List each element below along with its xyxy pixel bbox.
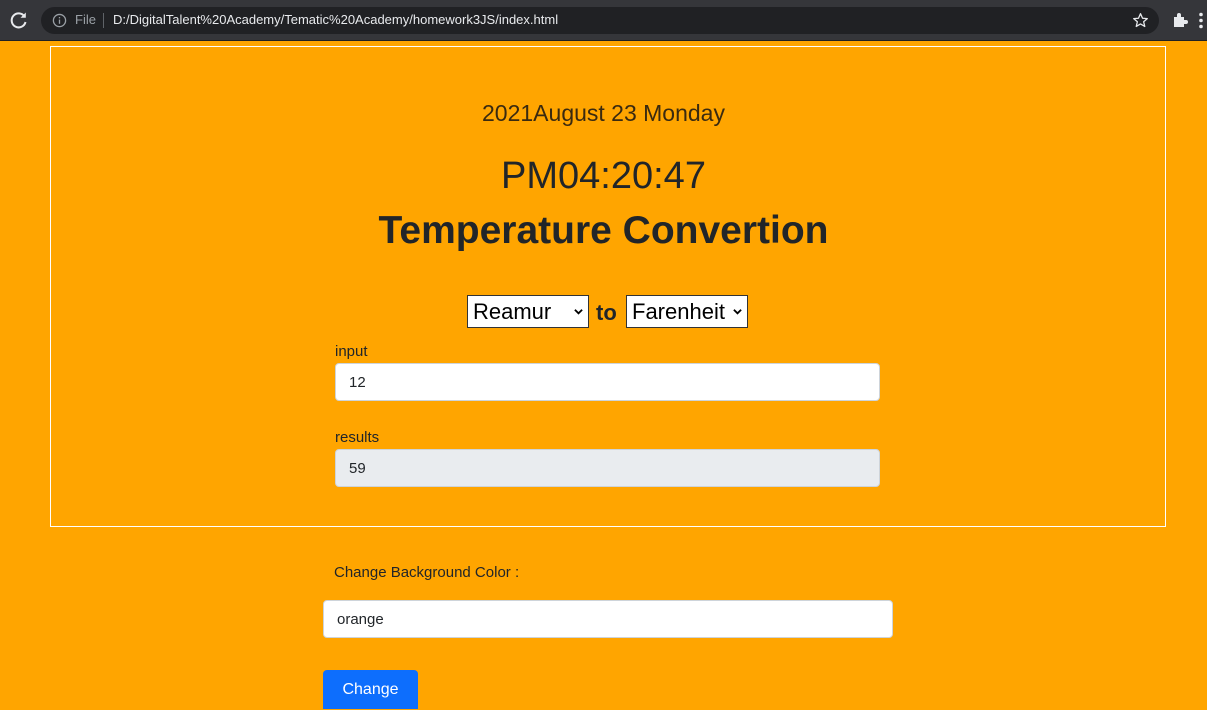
change-button[interactable]: Change xyxy=(323,670,418,709)
address-separator xyxy=(103,13,104,28)
info-icon[interactable] xyxy=(52,13,67,28)
results-value: 59 xyxy=(349,460,366,477)
chevron-down-icon xyxy=(733,309,742,315)
to-label: to xyxy=(596,300,617,325)
results-field: 59 xyxy=(335,449,880,487)
chevron-down-icon xyxy=(574,309,583,315)
date-display: 2021August 23 Monday xyxy=(482,100,725,126)
background-color-value: orange xyxy=(337,611,384,628)
address-bar[interactable]: File D:/DigitalTalent%20Academy/Tematic%… xyxy=(41,7,1159,34)
clock-display: PM04:20:47 xyxy=(501,155,706,197)
input-value: 12 xyxy=(349,374,366,391)
to-unit-select[interactable]: Farenheit xyxy=(626,295,748,328)
input-field[interactable]: 12 xyxy=(335,363,880,401)
star-icon[interactable] xyxy=(1132,12,1149,29)
background-color-label: Change Background Color : xyxy=(334,564,520,581)
extensions-icon[interactable] xyxy=(1171,11,1189,29)
background-color-input[interactable]: orange xyxy=(323,600,893,638)
reload-icon[interactable] xyxy=(9,10,29,30)
results-label: results xyxy=(335,429,380,446)
page-title: Temperature Convertion xyxy=(378,209,829,252)
file-scheme-label: File xyxy=(75,12,96,27)
input-label: input xyxy=(335,343,368,360)
url-text[interactable]: D:/DigitalTalent%20Academy/Tematic%20Aca… xyxy=(113,12,558,27)
to-unit-value: Farenheit xyxy=(632,299,725,324)
menu-icon[interactable] xyxy=(1198,12,1204,29)
browser-toolbar: File D:/DigitalTalent%20Academy/Tematic%… xyxy=(0,0,1207,41)
from-unit-value: Reamur xyxy=(473,299,552,324)
from-unit-select[interactable]: Reamur xyxy=(467,295,589,328)
